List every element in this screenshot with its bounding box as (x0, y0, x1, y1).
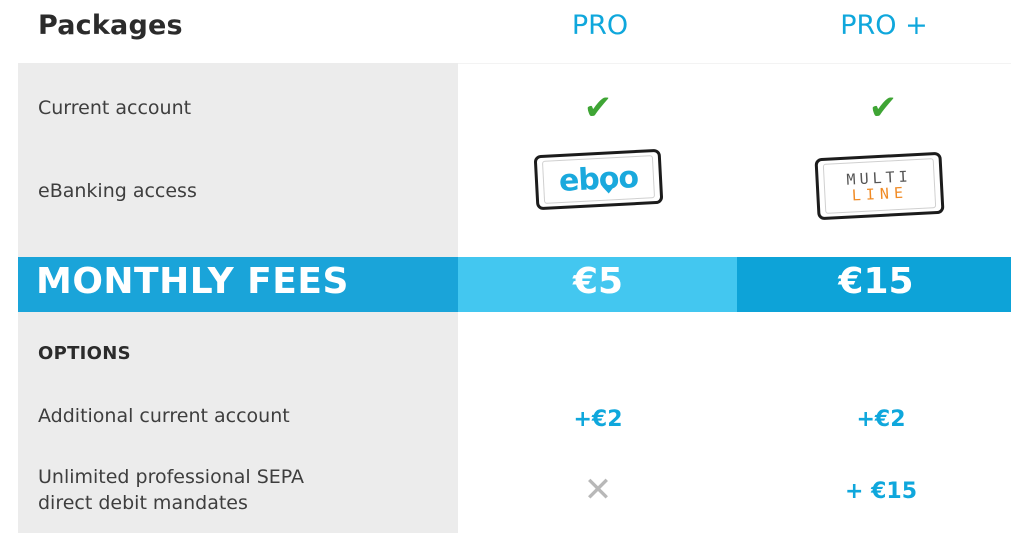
row-label-current-account: Current account (38, 97, 192, 119)
monthly-fees-label: MONTHLY FEES (36, 261, 349, 302)
eboo-logo-text: eboo (558, 159, 639, 200)
monthly-fee-pro-plus: €15 (838, 261, 914, 302)
multiline-logo-bottom: LINE (851, 183, 909, 205)
multiline-phone-logo: MULTI LINE (814, 151, 945, 221)
price-additional-account-pro: +€2 (573, 407, 623, 432)
sepa-label-line-1: Unlimited professional SEPA (38, 466, 304, 488)
monthly-fee-pro: €5 (572, 261, 624, 302)
sepa-label-line-2: direct debit mandates (38, 492, 248, 514)
phone-screen: MULTI LINE (822, 158, 937, 214)
row-label-sepa-mandates: Unlimited professional SEPA direct debit… (38, 464, 304, 516)
eboo-pointer-icon (602, 186, 615, 194)
cross-icon: ✕ (583, 470, 613, 510)
packages-title: Packages (38, 10, 183, 41)
column-header-pro: PRO (571, 10, 629, 41)
check-icon: ✔ (868, 88, 898, 128)
price-additional-account-pro-plus: +€2 (856, 407, 906, 432)
eboo-phone-logo: eboo (533, 148, 664, 211)
phone-screen: eboo (541, 155, 656, 204)
header-divider (458, 63, 1011, 64)
row-label-additional-account: Additional current account (38, 405, 290, 427)
check-icon: ✔ (583, 88, 613, 128)
column-header-pro-plus: PRO + (840, 10, 928, 41)
price-sepa-pro-plus: + €15 (844, 479, 917, 504)
options-heading: OPTIONS (38, 343, 131, 364)
row-label-ebanking-access: eBanking access (38, 180, 197, 202)
